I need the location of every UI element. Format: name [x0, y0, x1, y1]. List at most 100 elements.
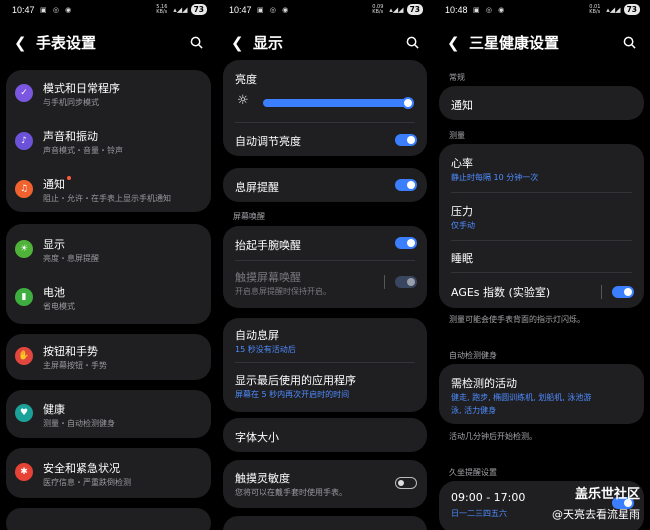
aod-card: 息屏提醒	[223, 168, 427, 202]
settings-group-6-partial	[6, 508, 211, 530]
last-app-label: 显示最后使用的应用程序	[235, 374, 356, 387]
menu-item-buttons-gestures[interactable]: ✋ 按钮和手势 主屏幕按钮・手势	[6, 334, 211, 380]
touch-wake-subtitle: 开启息屏提醒时保持开启。	[235, 287, 331, 296]
battery-icon: ▮	[15, 288, 33, 306]
workouts-value-line2: 泳, 活力健身	[451, 406, 497, 415]
page-title: 三星健康设置	[469, 34, 560, 52]
ages-row[interactable]: AGEs 指数 (实验室)	[439, 272, 644, 308]
search-icon[interactable]	[406, 36, 419, 49]
menu-item-notifications[interactable]: ♫ 通知 阻止・允许・在手表上显示手机通知	[6, 166, 211, 212]
page-header: ❮ 显示	[217, 30, 433, 58]
brightness-slider-handle[interactable]	[402, 97, 414, 109]
notifications-card[interactable]: 通知	[439, 86, 644, 120]
back-icon[interactable]: ❮	[14, 34, 27, 52]
new-badge-dot	[67, 176, 71, 180]
section-header-auto-detect: 自动检测健身	[449, 351, 497, 360]
settings-group-1: ✓ 模式和日常程序 与手机同步模式 ♪ 声音和振动 声音模式・音量・铃声 ♫ 通…	[6, 70, 211, 212]
menu-item-battery[interactable]: ▮ 电池 省电模式	[6, 274, 211, 324]
section-header-general: 常规	[449, 73, 465, 82]
status-notification-icons: ▣ ◎ ◉	[473, 6, 507, 14]
brightness-card: 亮度 ☼ 自动调节亮度	[223, 60, 427, 156]
font-size-card[interactable]: 字体大小	[223, 418, 427, 452]
menu-item-sound[interactable]: ♪ 声音和振动 声音模式・音量・铃声	[6, 118, 211, 166]
menu-item-subtitle: 声音模式・音量・铃声	[43, 146, 123, 155]
inactive-time-range: 09:00 - 17:00	[451, 491, 526, 504]
touch-wake-row[interactable]: 触摸屏幕唤醒 开启息屏提醒时保持开启。	[223, 260, 427, 308]
measure-note: 测量可能会使手表背面的指示灯闪烁。	[449, 315, 585, 324]
status-notification-icons: ▣ ◎ ◉	[257, 6, 291, 14]
touch-wake-toggle[interactable]	[395, 276, 417, 288]
menu-item-modes[interactable]: ✓ 模式和日常程序 与手机同步模式	[6, 70, 211, 118]
menu-item-title: 显示	[43, 238, 65, 251]
screen-timeout-card: 自动息屏 15 秒没有活动后 显示最后使用的应用程序 屏幕在 5 秒内再次开启时…	[223, 318, 427, 412]
status-bar: 10:48 ▣ ◎ ◉ 0.01 KB/s ▴◢◢ 73	[433, 4, 650, 18]
notifications-label: 通知	[451, 99, 473, 112]
settings-group-2: ☀ 显示 亮度・息屏提醒 ▮ 电池 省电模式	[6, 224, 211, 324]
aod-toggle[interactable]	[395, 179, 417, 191]
ages-label: AGEs 指数 (实验室)	[451, 286, 551, 299]
aod-label: 息屏提醒	[235, 181, 279, 194]
hand-icon: ✋	[15, 347, 33, 365]
raise-wrist-toggle[interactable]	[395, 237, 417, 249]
menu-item-title: 电池	[43, 286, 65, 299]
display-icon: ☀	[15, 240, 33, 258]
workouts-card[interactable]: 需检测的活动 健走, 跑步, 椭圆训练机, 划船机, 泳池游 泳, 活力健身	[439, 364, 644, 424]
page-header: ❮ 手表设置	[0, 30, 217, 58]
menu-item-subtitle: 省电模式	[43, 302, 75, 311]
search-icon[interactable]	[623, 36, 636, 49]
raise-wrist-row[interactable]: 抬起手腕唤醒	[223, 226, 427, 260]
sleep-row[interactable]: 睡眠	[439, 240, 644, 272]
back-icon[interactable]: ❮	[231, 34, 244, 52]
menu-item-subtitle: 亮度・息屏提醒	[43, 254, 99, 263]
auto-aod-value: 15 秒没有活动后	[235, 345, 296, 354]
menu-item-health[interactable]: ♥ 健康 测量・自动检测健身	[6, 390, 211, 438]
auto-brightness-label: 自动调节亮度	[235, 135, 301, 148]
font-size-label: 字体大小	[235, 431, 279, 444]
watermark-community: 盖乐世社区	[574, 487, 640, 502]
page-header: ❮ 三星健康设置	[433, 30, 650, 58]
network-speed: 0.09 KB/s	[372, 3, 384, 15]
sound-icon: ♪	[15, 132, 33, 150]
last-app-row[interactable]: 显示最后使用的应用程序 屏幕在 5 秒内再次开启时的时间	[223, 362, 427, 412]
page-title: 手表设置	[36, 34, 97, 52]
brightness-slider[interactable]	[263, 97, 414, 109]
search-icon[interactable]	[190, 36, 203, 49]
sleep-label: 睡眠	[451, 252, 473, 265]
auto-brightness-row[interactable]: 自动调节亮度	[223, 122, 427, 156]
wake-card: 抬起手腕唤醒 触摸屏幕唤醒 开启息屏提醒时保持开启。	[223, 226, 427, 308]
status-time: 10:47	[229, 5, 252, 15]
bell-icon: ♫	[15, 180, 33, 198]
divider-vertical	[384, 275, 385, 289]
auto-brightness-toggle[interactable]	[395, 134, 417, 146]
section-header-inactive: 久坐提醒设置	[449, 468, 497, 477]
raise-wrist-label: 抬起手腕唤醒	[235, 239, 301, 252]
touch-sensitivity-subtitle: 您将可以在戴手套时使用手表。	[235, 488, 347, 497]
status-time: 10:48	[445, 5, 468, 15]
menu-item-subtitle: 与手机同步模式	[43, 98, 99, 107]
touch-sensitivity-card: 触摸灵敏度 您将可以在戴手套时使用手表。	[223, 460, 427, 508]
signal-icon: ▴◢◢	[173, 5, 188, 14]
emergency-icon: ✱	[15, 463, 33, 481]
menu-item-display[interactable]: ☀ 显示 亮度・息屏提醒	[6, 224, 211, 274]
touch-sensitivity-toggle[interactable]	[395, 477, 417, 489]
stress-label: 压力	[451, 205, 473, 218]
menu-item-subtitle: 主屏幕按钮・手势	[43, 361, 107, 370]
menu-item-safety-emergency[interactable]: ✱ 安全和紧急状况 医疗信息・严重跌倒检测	[6, 448, 211, 498]
status-bar: 10:47 ▣ ◎ ◉ 5.16 KB/s ▴◢◢ 73	[0, 4, 217, 18]
auto-aod-label: 自动息屏	[235, 329, 279, 342]
back-icon[interactable]: ❮	[447, 34, 460, 52]
menu-item-subtitle: 医疗信息・严重跌倒检测	[43, 478, 131, 487]
stress-row[interactable]: 压力 仅手动	[439, 192, 644, 240]
section-header-measure: 测量	[449, 131, 465, 140]
ages-toggle[interactable]	[612, 286, 634, 298]
touch-sensitivity-label: 触摸灵敏度	[235, 472, 290, 485]
health-icon: ♥	[15, 404, 33, 422]
status-right: 0.09 KB/s ▴◢◢ 73	[372, 4, 423, 15]
watch-settings-screen: 10:47 ▣ ◎ ◉ 5.16 KB/s ▴◢◢ 73 ❮ 手表设置 ✓ 模式…	[0, 0, 217, 530]
stress-value: 仅手动	[451, 221, 475, 230]
auto-aod-row[interactable]: 自动息屏 15 秒没有活动后	[223, 318, 427, 362]
sun-icon: ☼	[237, 93, 249, 108]
heart-rate-row[interactable]: 心率 静止时每隔 10 分钟一次	[439, 144, 644, 192]
menu-item-subtitle: 阻止・允许・在手表上显示手机通知	[43, 194, 171, 203]
status-time: 10:47	[12, 5, 35, 15]
